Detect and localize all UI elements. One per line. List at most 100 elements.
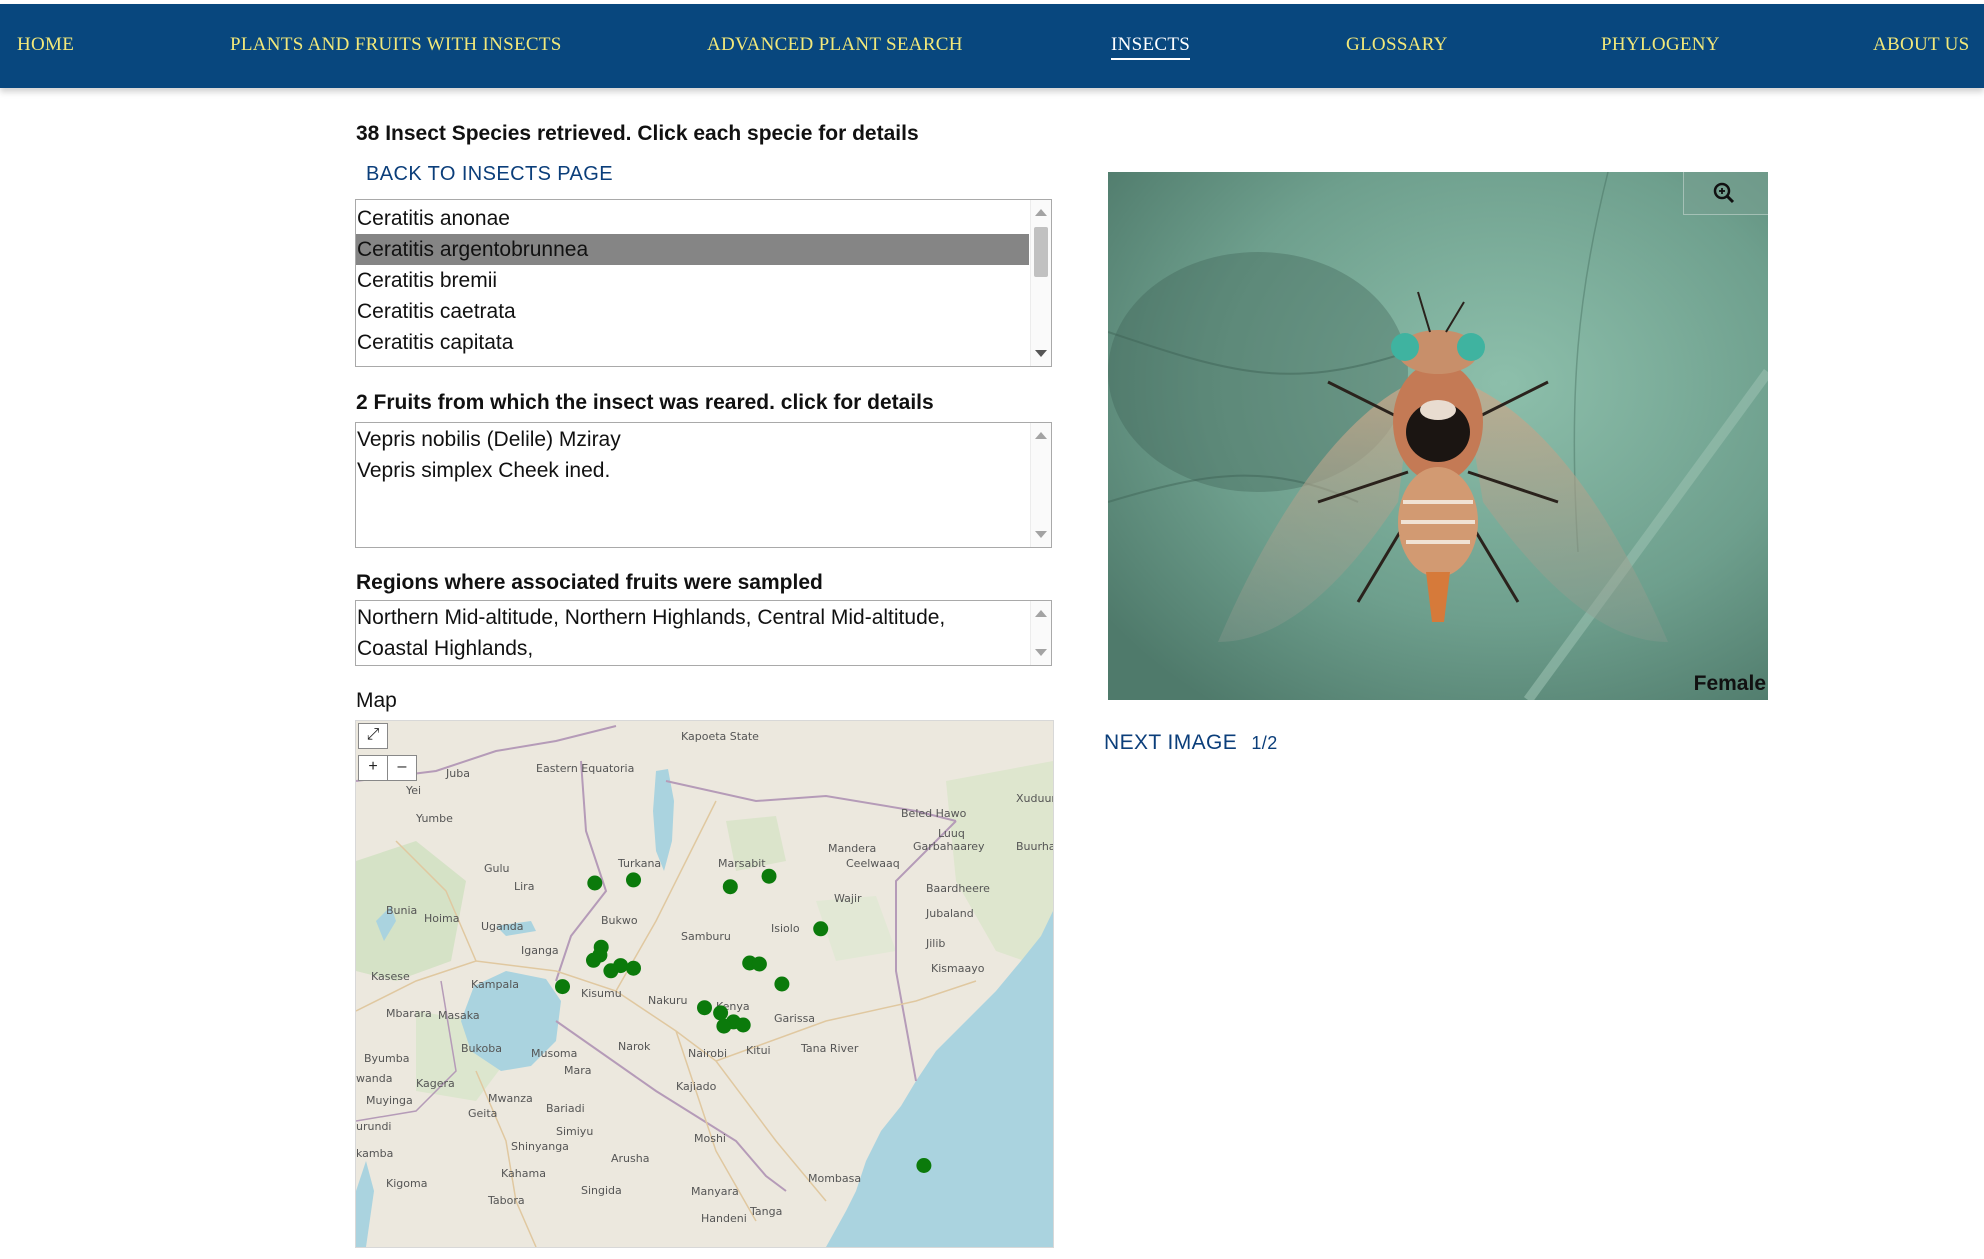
regions-scrollbar[interactable]	[1030, 601, 1051, 665]
map-place-label: Bukoba	[461, 1042, 502, 1055]
nav-insects[interactable]: INSECTS	[1111, 34, 1191, 60]
map-place-label: Samburu	[681, 930, 731, 943]
regions-textarea[interactable]: Northern Mid-altitude, Northern Highland…	[355, 600, 1052, 666]
species-list-item[interactable]: Ceratitis anonae	[356, 203, 1051, 234]
scroll-up-arrow-icon[interactable]	[1035, 209, 1047, 216]
regions-text-line: Coastal Highlands,	[357, 637, 534, 660]
fruit-list-item[interactable]: Vepris nobilis (Delile) Mziray	[356, 424, 1051, 455]
map-sample-point[interactable]	[587, 875, 603, 891]
map-place-label: Tanga	[749, 1205, 782, 1218]
map-sample-point[interactable]	[555, 979, 570, 995]
species-list-scrollbar[interactable]	[1030, 200, 1051, 366]
species-list[interactable]: Ceratitis anonae Ceratitis argentobrunne…	[355, 199, 1052, 367]
map-place-label: Garissa	[774, 1012, 815, 1025]
next-image-label[interactable]: NEXT IMAGE	[1104, 731, 1237, 754]
top-navigation-bar: HOME PLANTS AND FRUITS WITH INSECTS ADVA…	[0, 4, 1984, 88]
species-list-item[interactable]: Ceratitis capitata	[356, 327, 1051, 358]
scroll-up-arrow-icon[interactable]	[1035, 432, 1047, 439]
map-place-label: Kampala	[471, 978, 519, 991]
map-place-label: Kajiado	[676, 1080, 717, 1093]
map-place-label: Mbarara	[386, 1007, 432, 1020]
map-sample-point[interactable]	[813, 921, 829, 937]
image-zoom-button[interactable]	[1683, 172, 1768, 215]
map-place-label: Mandera	[828, 842, 876, 855]
fruits-heading: 2 Fruits from which the insect was reare…	[356, 391, 934, 414]
nav-home[interactable]: HOME	[17, 34, 74, 56]
distribution-map[interactable]: Juba Eastern Equatoria Kapoeta State Yei Yum…	[355, 720, 1054, 1248]
nav-about-us[interactable]: ABOUT US	[1873, 34, 1970, 56]
regions-heading: Regions where associated fruits were sam…	[356, 571, 823, 594]
map-place-label: Bunia	[386, 904, 417, 917]
map-place-label: Mwanza	[488, 1092, 533, 1105]
map-sample-point[interactable]	[722, 879, 738, 895]
map-place-label: Narok	[618, 1040, 651, 1053]
map-sample-point[interactable]	[713, 1005, 729, 1021]
map-sample-point[interactable]	[774, 976, 790, 992]
map-place-label: Kisumu	[581, 987, 622, 1000]
nav-advanced-plant-search[interactable]: ADVANCED PLANT SEARCH	[707, 34, 963, 56]
map-canvas[interactable]: Juba Eastern Equatoria Kapoeta State Yei Yum…	[356, 721, 1053, 1247]
map-place-label: Hoima	[424, 912, 460, 925]
map-place-label: Shinyanga	[511, 1140, 569, 1153]
next-image-link[interactable]: NEXT IMAGE 1/2	[1104, 731, 1278, 755]
map-place-label: Bukwo	[601, 914, 638, 927]
map-sample-point[interactable]	[916, 1158, 932, 1173]
back-to-insects-link[interactable]: BACK TO INSECTS PAGE	[366, 163, 613, 186]
map-place-label: kamba	[356, 1147, 393, 1160]
map-place-label: Nairobi	[688, 1047, 727, 1060]
nav-phylogeny[interactable]: PHYLOGENY	[1601, 34, 1720, 56]
map-sample-point[interactable]	[697, 1000, 712, 1016]
map-place-label: Kapoeta State	[681, 730, 759, 743]
map-place-label: Arusha	[611, 1152, 649, 1165]
map-place-label: Uganda	[481, 920, 523, 933]
scroll-up-arrow-icon[interactable]	[1035, 610, 1047, 617]
map-place-label: Yumbe	[415, 812, 453, 825]
map-sample-point[interactable]	[751, 956, 767, 972]
map-fullscreen-button[interactable]: ⤢	[358, 723, 388, 749]
insect-photo[interactable]: Female	[1108, 172, 1768, 700]
nav-plants-and-fruits[interactable]: PLANTS AND FRUITS WITH INSECTS	[230, 34, 562, 56]
map-place-label: Simiyu	[556, 1125, 593, 1138]
map-place-label: Mara	[564, 1064, 592, 1077]
map-place-label: Kasese	[371, 970, 410, 983]
map-place-label: Masaka	[438, 1009, 480, 1022]
species-list-item[interactable]: Ceratitis bremii	[356, 265, 1051, 296]
map-place-label: Tana River	[800, 1042, 859, 1055]
map-sample-point[interactable]	[735, 1017, 751, 1033]
map-sample-point[interactable]	[626, 960, 641, 976]
map-sample-point[interactable]	[626, 872, 641, 888]
map-place-label: Mombasa	[808, 1172, 861, 1185]
map-sample-point[interactable]	[586, 952, 601, 968]
species-list-item[interactable]: Ceratitis caetrata	[356, 296, 1051, 327]
fruits-list-scrollbar[interactable]	[1030, 423, 1051, 547]
map-place-label: Byumba	[364, 1052, 409, 1065]
map-place-label: Garbahaarey	[913, 840, 985, 853]
map-place-label: Musoma	[531, 1047, 577, 1060]
fruit-list-item[interactable]: Vepris simplex Cheek ined.	[356, 455, 1051, 486]
map-place-label: Lira	[514, 880, 534, 893]
map-place-label: Jubaland	[925, 907, 974, 920]
map-place-label: Singida	[581, 1184, 622, 1197]
map-place-label: Marsabit	[718, 857, 766, 870]
fruits-list[interactable]: Vepris nobilis (Delile) Mziray Vepris si…	[355, 422, 1052, 548]
map-place-label: urundi	[356, 1120, 391, 1133]
map-zoom-out-button[interactable]: –	[387, 755, 417, 781]
map-place-label: Ceelwaaq	[846, 857, 900, 870]
map-sample-point[interactable]	[603, 963, 619, 979]
species-list-item-selected[interactable]: Ceratitis argentobrunnea	[356, 234, 1029, 265]
scroll-down-arrow-icon[interactable]	[1035, 649, 1047, 656]
map-sample-point[interactable]	[761, 868, 777, 884]
map-place-label: Kagera	[416, 1077, 455, 1090]
scroll-down-arrow-icon[interactable]	[1035, 531, 1047, 538]
nav-glossary[interactable]: GLOSSARY	[1346, 34, 1448, 56]
scroll-down-arrow-icon[interactable]	[1035, 350, 1047, 357]
image-counter: 1/2	[1251, 733, 1278, 753]
map-place-label: Xuduur	[1016, 792, 1053, 805]
image-caption: Female	[1693, 672, 1766, 695]
scroll-thumb[interactable]	[1034, 227, 1048, 277]
map-sample-point[interactable]	[716, 1018, 732, 1034]
map-place-label: Manyara	[691, 1185, 739, 1198]
map-zoom-in-button[interactable]: +	[358, 755, 388, 781]
expand-icon: ⤢	[366, 726, 380, 743]
regions-text-line: Northern Mid-altitude, Northern Highland…	[357, 606, 946, 629]
